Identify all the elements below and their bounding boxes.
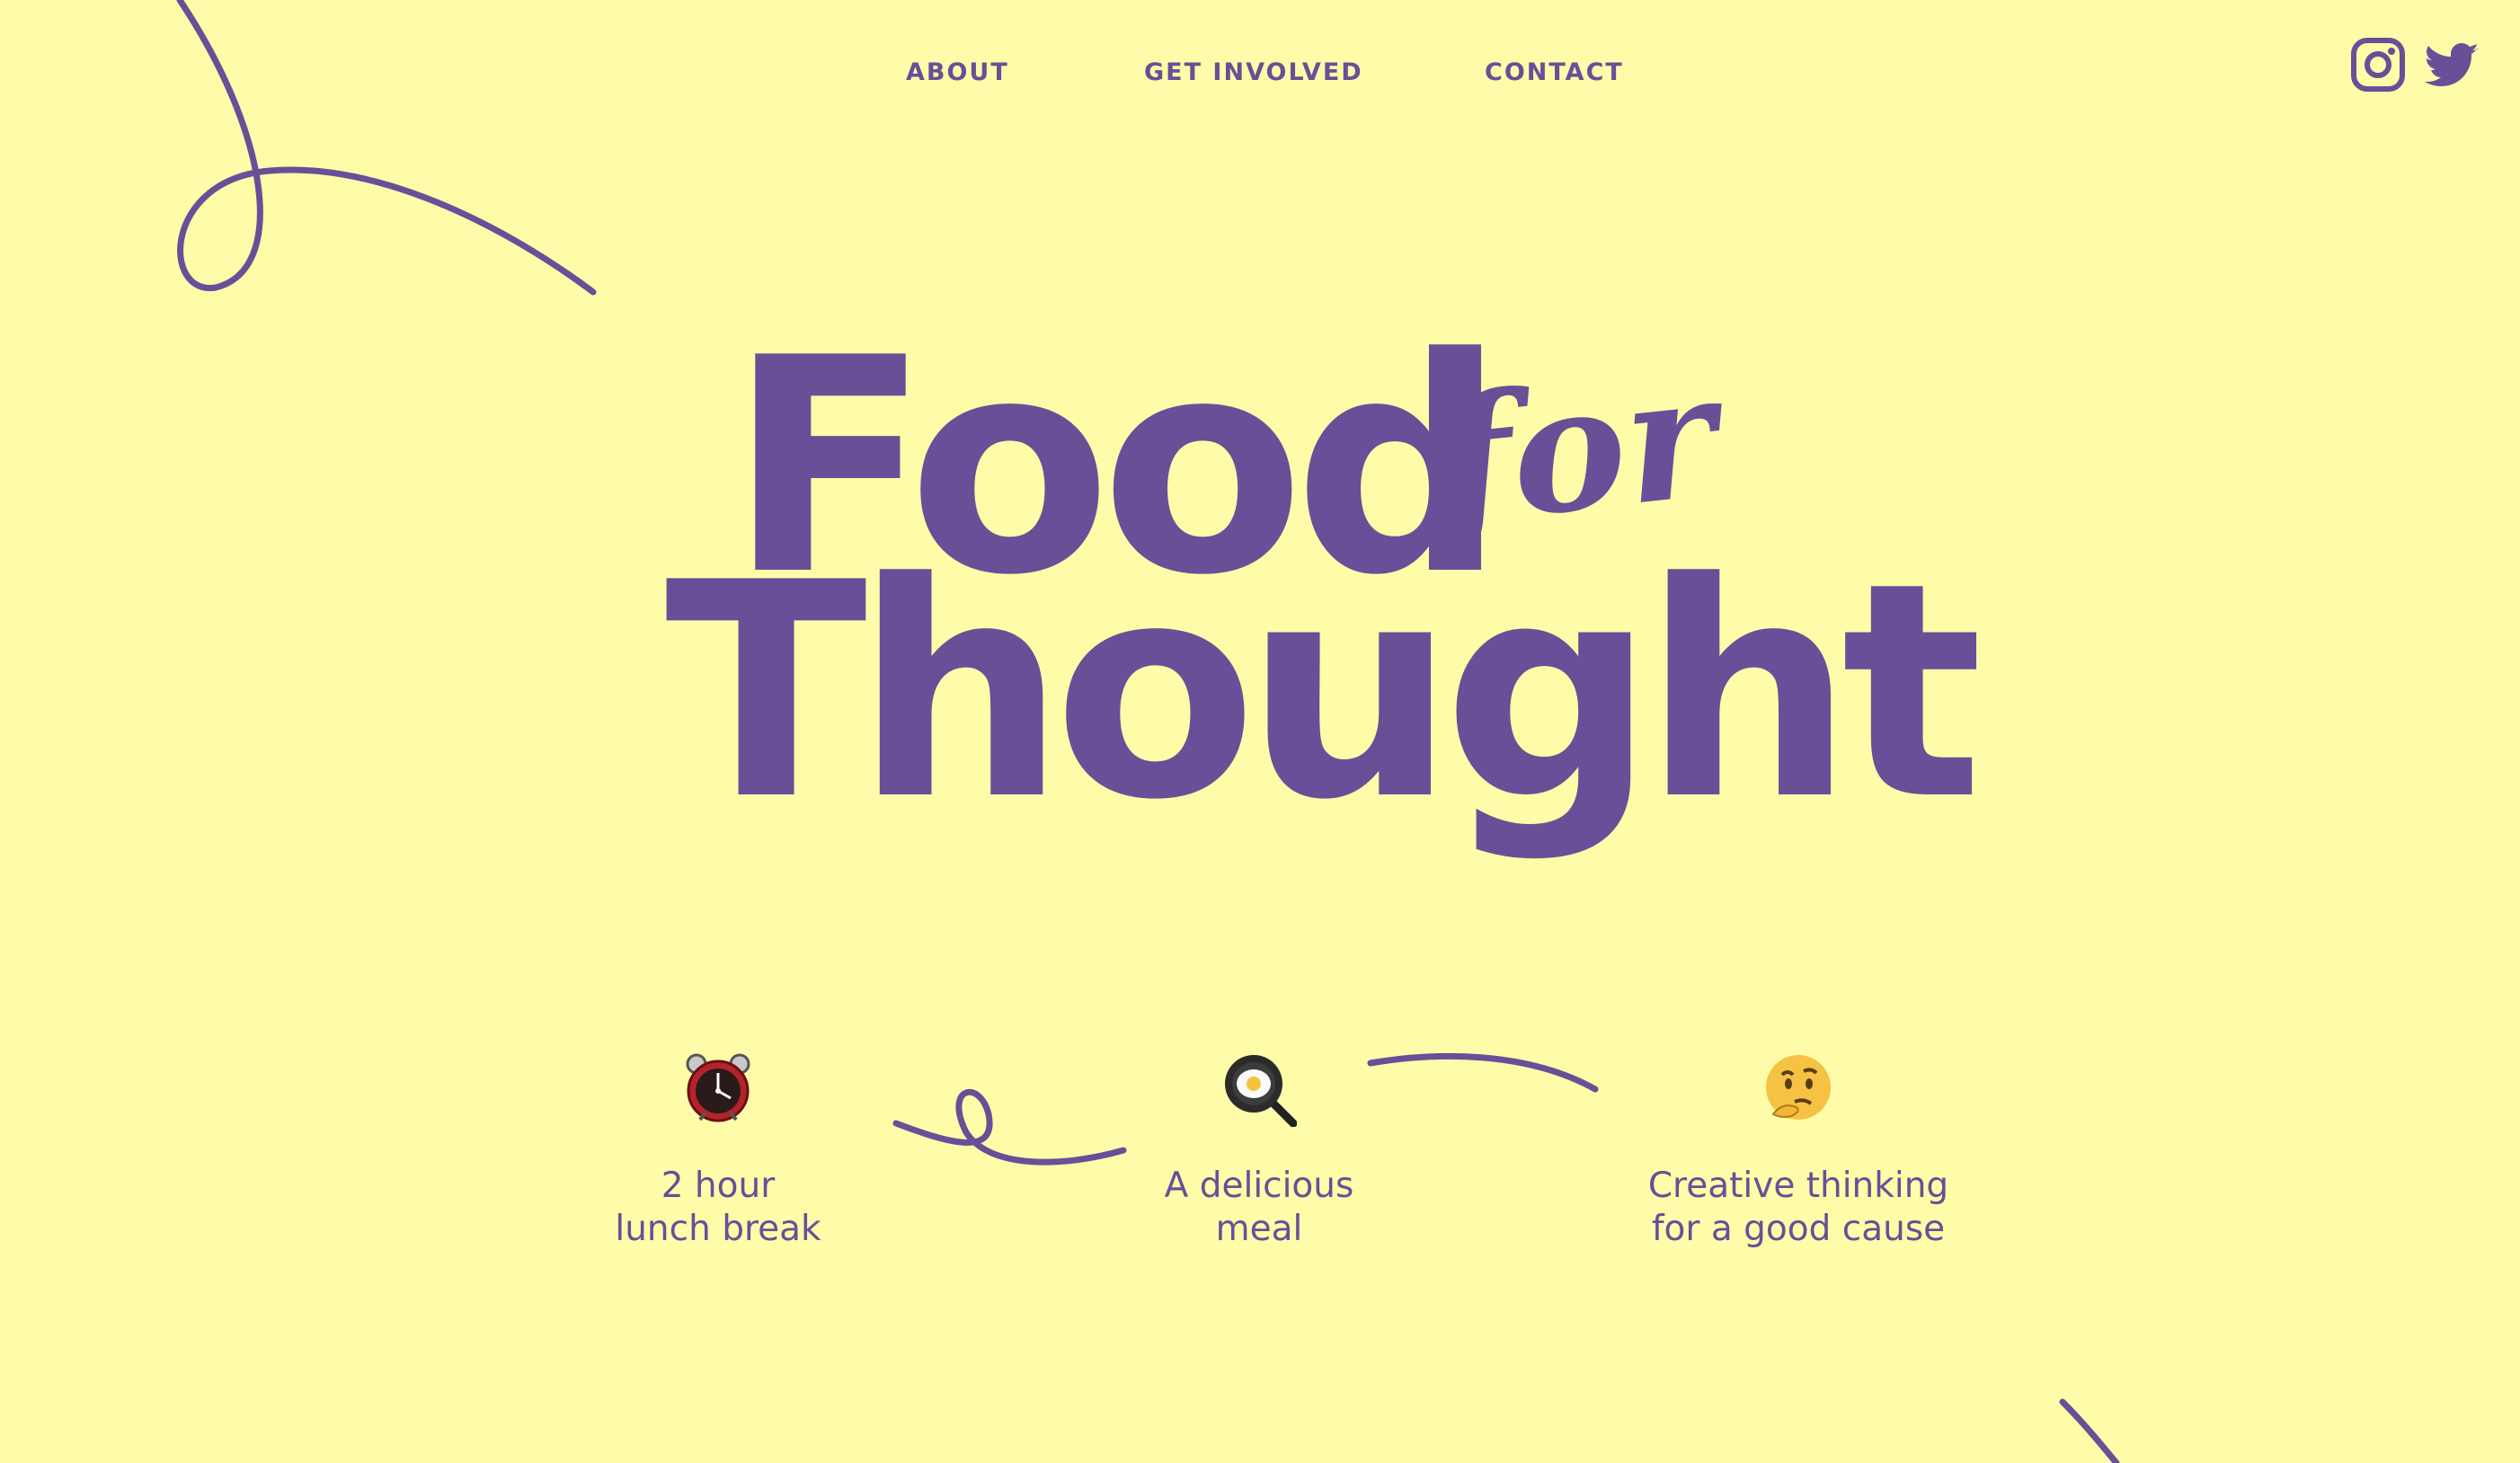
nav-link-get-involved[interactable]: GET INVOLVED <box>1144 59 1363 86</box>
instagram-icon[interactable] <box>2349 36 2407 93</box>
bottom-right-squiggle <box>2059 1398 2120 1463</box>
feature-delicious-meal: A delicious meal <box>1070 1051 1448 1251</box>
alarm-clock-icon <box>686 1053 750 1122</box>
frying-pan-egg-icon <box>1225 1055 1297 1127</box>
page-root: { "colors": { "background": "#fefca8", "… <box>0 0 2520 1463</box>
feature-line: lunch break <box>615 1209 821 1249</box>
feature-line: 2 hour <box>661 1166 776 1206</box>
top-left-squiggle <box>176 0 597 296</box>
feature-line: meal <box>1215 1209 1303 1249</box>
twitter-icon[interactable] <box>2425 36 2482 93</box>
feature-text-lunch-break: 2 hour lunch break <box>529 1165 907 1251</box>
logo-word-thought: Thought <box>665 519 1983 864</box>
feature-lunch-break: 2 hour lunch break <box>529 1051 907 1251</box>
feature-text-delicious-meal: A delicious meal <box>1070 1165 1448 1251</box>
food-for-thought-logo: Food for Thought <box>647 319 1983 881</box>
feature-text-creative-thinking: Creative thinking for a good cause <box>1610 1165 1987 1251</box>
feature-line: Creative thinking <box>1647 1166 1949 1206</box>
nav-link-about[interactable]: ABOUT <box>906 59 1009 86</box>
nav-link-contact[interactable]: CONTACT <box>1485 59 1624 86</box>
feature-line: A delicious <box>1164 1166 1354 1206</box>
thinking-face-icon <box>1766 1055 1831 1120</box>
feature-line: for a good cause <box>1651 1209 1946 1249</box>
top-navigation: ABOUT GET INVOLVED CONTACT <box>0 59 2520 95</box>
feature-creative-thinking: Creative thinking for a good cause <box>1610 1051 1987 1251</box>
